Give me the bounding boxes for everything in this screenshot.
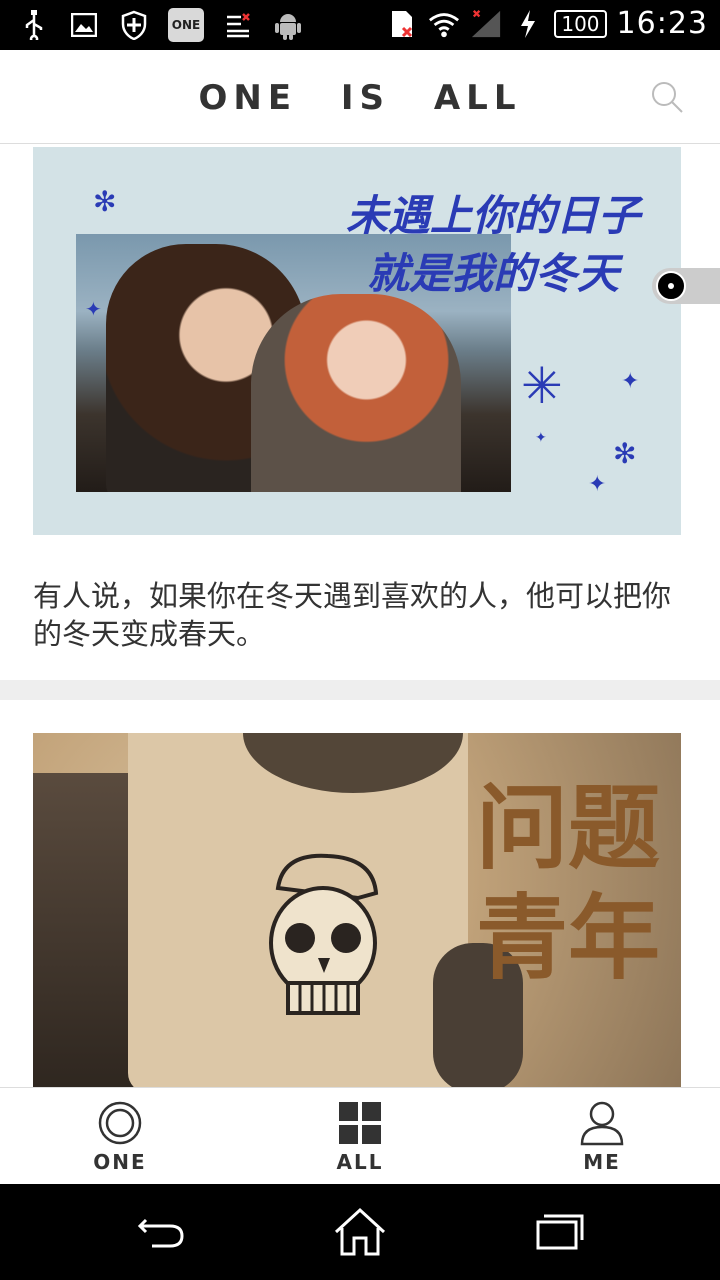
tab-label: ONE: [93, 1150, 147, 1174]
caption-line-1: 未遇上你的日子: [345, 191, 640, 240]
clock: 16:23: [616, 6, 708, 41]
snowflake-icon: ✳: [521, 357, 563, 415]
charging-icon: [512, 8, 544, 40]
sparkle-icon: ✦: [85, 297, 102, 321]
sparkle-icon: ✦: [588, 472, 607, 497]
notification-icons: ONE: [18, 8, 304, 42]
home-icon: [334, 1207, 386, 1256]
tab-me[interactable]: ME: [542, 1100, 662, 1180]
card-divider: [0, 680, 720, 700]
recent-apps-icon: [536, 1214, 584, 1250]
snowflake-icon: ✻: [93, 185, 117, 218]
person-icon: [580, 1101, 624, 1146]
status-bar: ONE 100 16:23: [0, 0, 720, 50]
back-icon: [137, 1218, 184, 1248]
floating-handle[interactable]: [652, 268, 720, 304]
image-icon: [68, 9, 100, 41]
list-icon: [222, 9, 254, 41]
wifi-icon: [428, 8, 460, 40]
caption-line-2: 就是我的冬天: [366, 249, 619, 298]
battery-icon: 100: [554, 9, 607, 38]
caption-line-1: 问题: [475, 774, 660, 882]
usb-icon: [18, 9, 50, 41]
search-icon: [652, 82, 683, 113]
back-button[interactable]: [132, 1206, 192, 1258]
sparkle-icon: ✦: [621, 369, 640, 394]
recent-apps-button[interactable]: [530, 1206, 590, 1258]
dot-icon: [656, 271, 686, 301]
feed[interactable]: 未遇上你的日子 就是我的冬天 ✻ ✦ ✳ ✦ ✻ ✦ ✦ 有人说，如果你在冬天遇…: [0, 145, 720, 1087]
figure-right: [251, 294, 461, 492]
system-nav-bar: [0, 1184, 720, 1280]
image-caption: 未遇上你的日子 就是我的冬天: [333, 187, 653, 303]
tab-label: ALL: [336, 1150, 384, 1174]
grid-icon: [339, 1102, 381, 1144]
signal-icon: [470, 8, 502, 40]
card-image[interactable]: 未遇上你的日子 就是我的冬天 ✻ ✦ ✳ ✦ ✻ ✦ ✦: [33, 147, 681, 535]
android-icon: [272, 9, 304, 41]
app-header: ONE IS ALL: [0, 50, 720, 144]
ring-icon: [98, 1101, 142, 1145]
snowflake-icon: ✻: [613, 437, 637, 470]
tab-all[interactable]: ALL: [300, 1100, 420, 1180]
feed-card[interactable]: 未遇上你的日子 就是我的冬天 ✻ ✦ ✳ ✦ ✻ ✦ ✦ 有人说，如果你在冬天遇…: [0, 145, 720, 680]
image-caption: 问题 青年: [463, 773, 673, 993]
sim-icon: [386, 8, 418, 40]
feed-card[interactable]: 问题 青年: [0, 700, 720, 1087]
sparkle-icon: ✦: [535, 430, 547, 446]
shield-icon: [118, 9, 150, 41]
home-button[interactable]: [330, 1206, 390, 1258]
tab-bar: ONE ALL ME: [0, 1087, 720, 1184]
tab-label: ME: [583, 1150, 621, 1174]
card-quote[interactable]: 有人说，如果你在冬天遇到喜欢的人，他可以把你的冬天变成春天。: [33, 577, 683, 653]
skull-graphic: [269, 853, 379, 1015]
one-app-icon: ONE: [168, 8, 204, 42]
brand-title: ONE IS ALL: [198, 78, 522, 118]
search-button[interactable]: [650, 80, 684, 114]
system-icons: 100 16:23: [386, 6, 708, 41]
caption-line-2: 青年: [475, 884, 660, 992]
card-image[interactable]: 问题 青年: [33, 733, 681, 1087]
tab-one[interactable]: ONE: [60, 1100, 180, 1180]
